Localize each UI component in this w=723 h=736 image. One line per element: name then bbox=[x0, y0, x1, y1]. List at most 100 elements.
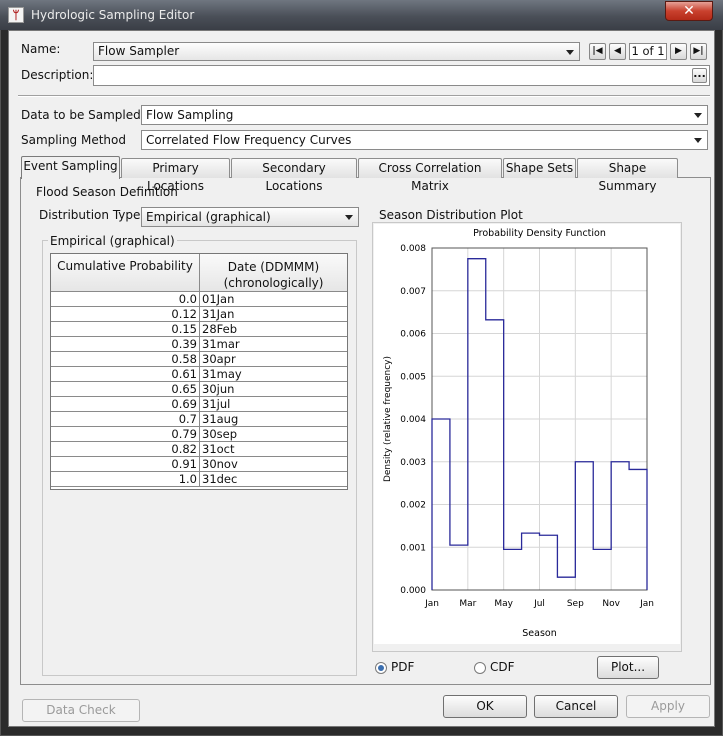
probability-cell[interactable]: 0.61 bbox=[51, 367, 200, 381]
table-row[interactable]: 1.0 31dec bbox=[51, 472, 347, 487]
plot-button[interactable]: Plot... bbox=[597, 656, 659, 679]
probability-table: Cumulative Probability Date (DDMMM) (chr… bbox=[50, 253, 348, 490]
y-tick-label: 0.003 bbox=[400, 458, 426, 468]
x-tick-label: Jan bbox=[639, 599, 654, 609]
probability-cell[interactable]: 0.58 bbox=[51, 352, 200, 366]
probability-cell[interactable]: 1.0 bbox=[51, 472, 200, 486]
tab-secondary-locations[interactable]: Secondary Locations bbox=[231, 158, 357, 193]
flood-season-label: Flood Season Definition bbox=[36, 185, 178, 199]
column-header-probability[interactable]: Cumulative Probability bbox=[51, 254, 200, 292]
probability-cell[interactable]: 0.7 bbox=[51, 412, 200, 426]
x-tick-label: Jan bbox=[424, 599, 439, 609]
empirical-label: Empirical (graphical) bbox=[48, 234, 177, 248]
sampling-method-combo[interactable]: Correlated Flow Frequency Curves bbox=[141, 130, 708, 150]
x-tick-label: May bbox=[494, 599, 513, 609]
separator bbox=[18, 95, 710, 97]
table-row[interactable]: 0.91 30nov bbox=[51, 457, 347, 472]
date-cell[interactable]: 31oct bbox=[202, 442, 346, 456]
tab-event-sampling[interactable]: Event Sampling bbox=[21, 156, 120, 179]
ok-button[interactable]: OK bbox=[443, 695, 527, 718]
date-cell[interactable]: 31jul bbox=[202, 397, 346, 411]
y-tick-label: 0.005 bbox=[400, 372, 426, 382]
table-row[interactable]: 0.0 01Jan bbox=[51, 292, 347, 307]
y-tick-label: 0.001 bbox=[400, 543, 426, 553]
table-row[interactable]: 0.82 31oct bbox=[51, 442, 347, 457]
date-cell[interactable]: 01Jan bbox=[202, 292, 346, 306]
app-icon: ᛘ bbox=[8, 7, 24, 23]
apply-button[interactable]: Apply bbox=[626, 695, 710, 718]
table-row[interactable]: 0.58 30apr bbox=[51, 352, 347, 367]
table-row[interactable]: 0.12 31Jan bbox=[51, 307, 347, 322]
name-value: Flow Sampler bbox=[98, 44, 180, 58]
probability-cell[interactable]: 0.12 bbox=[51, 307, 200, 321]
name-label: Name: bbox=[21, 42, 61, 56]
tab-shape-summary[interactable]: Shape Summary bbox=[577, 158, 678, 193]
x-axis-label: Season bbox=[522, 628, 556, 639]
chevron-down-icon bbox=[692, 134, 704, 146]
description-label: Description: bbox=[21, 68, 94, 82]
chevron-down-icon bbox=[343, 211, 355, 223]
record-counter: 1 of 1 bbox=[629, 43, 667, 60]
probability-cell[interactable]: 0.15 bbox=[51, 322, 200, 336]
date-cell[interactable]: 30apr bbox=[202, 352, 346, 366]
date-cell[interactable]: 30sep bbox=[202, 427, 346, 441]
cdf-radio[interactable] bbox=[474, 662, 486, 674]
probability-cell[interactable]: 0.82 bbox=[51, 442, 200, 456]
date-cell[interactable]: 31dec bbox=[202, 472, 346, 486]
table-row[interactable]: 0.15 28Feb bbox=[51, 322, 347, 337]
cdf-radio-label: CDF bbox=[490, 660, 515, 674]
probability-cell[interactable]: 0.39 bbox=[51, 337, 200, 351]
y-tick-label: 0.000 bbox=[400, 586, 426, 596]
pdf-radio[interactable] bbox=[375, 662, 387, 674]
last-record-button[interactable]: ▶| bbox=[690, 43, 707, 60]
data-check-button[interactable]: Data Check bbox=[22, 699, 140, 722]
next-record-button[interactable]: ▶ bbox=[670, 43, 687, 60]
date-cell[interactable]: 31aug bbox=[202, 412, 346, 426]
y-tick-label: 0.002 bbox=[400, 501, 426, 511]
data-to-sample-combo[interactable]: Flow Sampling bbox=[141, 105, 708, 125]
date-cell[interactable]: 31may bbox=[202, 367, 346, 381]
y-tick-label: 0.006 bbox=[400, 330, 426, 340]
column-header-date[interactable]: Date (DDMMM) (chronologically) bbox=[200, 254, 347, 292]
table-body: 0.0 01Jan 0.12 31Jan 0.15 28Feb 0.39 31mar 0.58 3… bbox=[51, 292, 347, 487]
probability-cell[interactable]: 0.0 bbox=[51, 292, 200, 306]
description-field[interactable] bbox=[93, 65, 710, 86]
date-cell[interactable]: 31Jan bbox=[202, 307, 346, 321]
table-row[interactable]: 0.65 30jun bbox=[51, 382, 347, 397]
pdf-radio-label: PDF bbox=[391, 660, 415, 674]
chart-title: Probability Density Function bbox=[473, 228, 606, 239]
date-cell[interactable]: 31mar bbox=[202, 337, 346, 351]
previous-record-button[interactable]: ◀ bbox=[609, 43, 626, 60]
table-row[interactable]: 0.79 30sep bbox=[51, 427, 347, 442]
tab-cross-correlation-matrix[interactable]: Cross Correlation Matrix bbox=[358, 158, 502, 193]
x-tick-label: Mar bbox=[459, 599, 476, 609]
name-combo[interactable]: Flow Sampler bbox=[93, 42, 580, 61]
table-row[interactable]: 0.39 31mar bbox=[51, 337, 347, 352]
data-to-sample-value: Flow Sampling bbox=[146, 108, 234, 122]
distribution-type-combo[interactable]: Empirical (graphical) bbox=[141, 207, 359, 227]
probability-cell[interactable]: 0.79 bbox=[51, 427, 200, 441]
date-cell[interactable]: 30jun bbox=[202, 382, 346, 396]
table-row[interactable]: 0.7 31aug bbox=[51, 412, 347, 427]
close-button[interactable]: ✕ bbox=[665, 1, 713, 21]
description-expand-button[interactable]: ... bbox=[692, 68, 707, 83]
cancel-button[interactable]: Cancel bbox=[534, 695, 618, 718]
table-row[interactable]: 0.61 31may bbox=[51, 367, 347, 382]
first-record-button[interactable]: |◀ bbox=[589, 43, 606, 60]
chevron-down-icon bbox=[564, 46, 576, 58]
y-axis-label: Density (relative frequency) bbox=[383, 356, 393, 482]
probability-cell[interactable]: 0.91 bbox=[51, 457, 200, 471]
probability-cell[interactable]: 0.65 bbox=[51, 382, 200, 396]
sampling-method-label: Sampling Method bbox=[21, 133, 126, 147]
table-row[interactable]: 0.69 31jul bbox=[51, 397, 347, 412]
probability-cell[interactable]: 0.69 bbox=[51, 397, 200, 411]
tab-primary-locations[interactable]: Primary Locations bbox=[121, 158, 230, 193]
distribution-type-value: Empirical (graphical) bbox=[146, 210, 271, 224]
x-tick-label: Sep bbox=[567, 599, 584, 609]
distribution-type-label: Distribution Type bbox=[39, 208, 141, 222]
x-tick-label: Jul bbox=[533, 599, 545, 609]
date-cell[interactable]: 30nov bbox=[202, 457, 346, 471]
date-cell[interactable]: 28Feb bbox=[202, 322, 346, 336]
x-tick-label: Nov bbox=[602, 599, 620, 609]
tab-shape-sets[interactable]: Shape Sets bbox=[503, 158, 576, 178]
